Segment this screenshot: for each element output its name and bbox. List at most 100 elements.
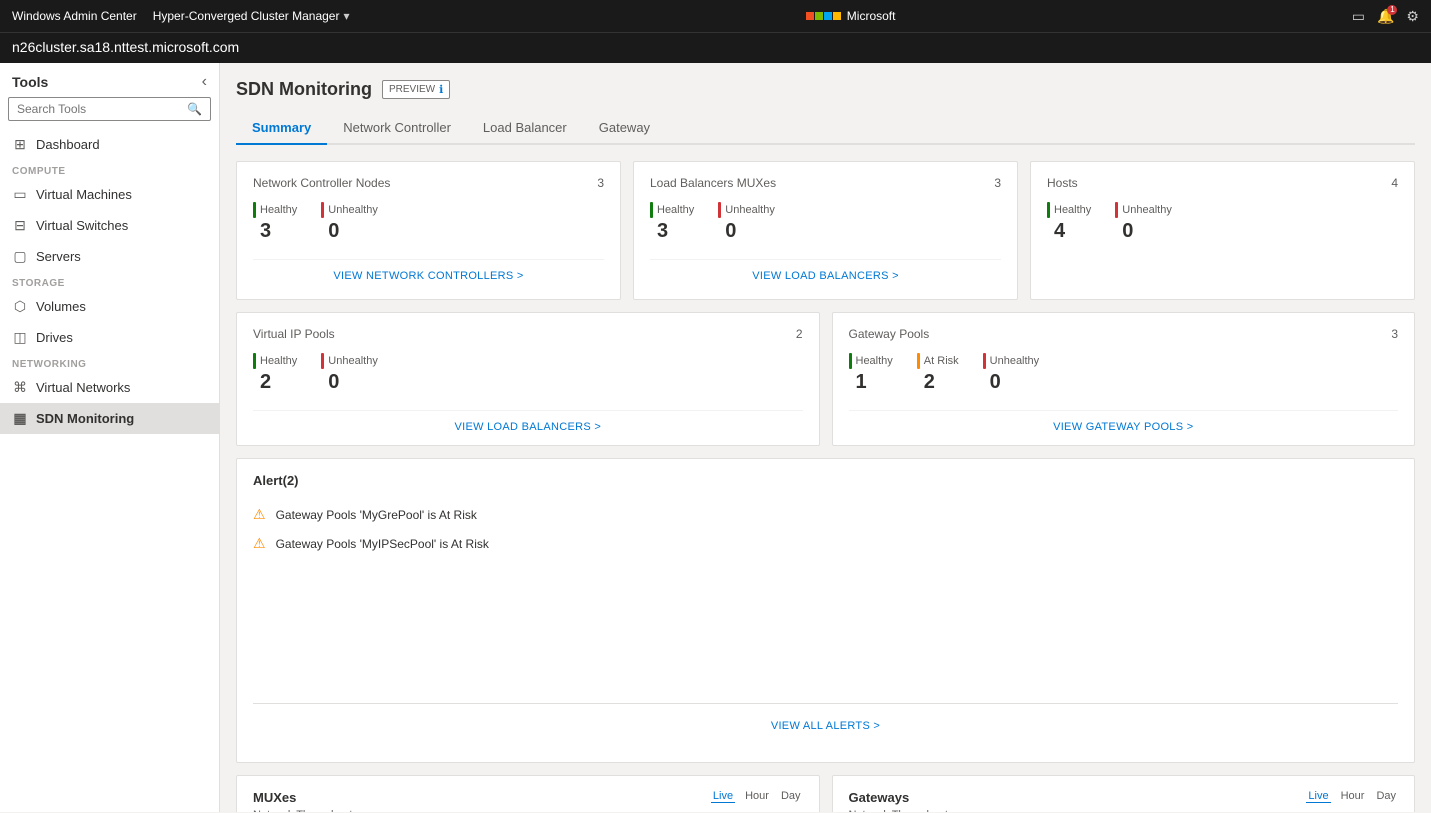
stat-healthy: Healthy 4 bbox=[1047, 202, 1091, 243]
alert-text: Gateway Pools 'MyGrePool' is At Risk bbox=[276, 508, 477, 522]
cards-row-2: Virtual IP Pools 2 Healthy 2 U bbox=[236, 312, 1415, 446]
chart-header: MUXes Live Hour Day bbox=[253, 790, 803, 805]
alerts-title: Alert(2) bbox=[253, 473, 1398, 488]
view-all-alerts-link[interactable]: VIEW ALL ALERTS > bbox=[253, 703, 1398, 748]
sidebar-item-volumes[interactable]: ⬡ Volumes bbox=[0, 291, 219, 322]
alerts-items: ⚠ Gateway Pools 'MyGrePool' is At Risk ⚠… bbox=[253, 500, 1398, 703]
bell-icon[interactable]: 🔔1 bbox=[1377, 8, 1394, 25]
tab-gateway[interactable]: Gateway bbox=[583, 112, 666, 145]
sidebar-collapse-button[interactable]: ‹ bbox=[202, 73, 207, 91]
stat-value: 3 bbox=[253, 220, 297, 243]
sidebar-item-servers[interactable]: ▢ Servers bbox=[0, 241, 219, 272]
sidebar-item-label: Dashboard bbox=[36, 137, 100, 152]
page-title: SDN Monitoring bbox=[236, 79, 372, 100]
chart-tab-day[interactable]: Day bbox=[779, 790, 803, 803]
healthy-bar bbox=[650, 202, 653, 218]
search-input[interactable] bbox=[17, 102, 187, 116]
card-link[interactable]: VIEW LOAD BALANCERS > bbox=[650, 259, 1001, 282]
server-icon: ▢ bbox=[12, 248, 28, 265]
chart-subtitle: Network Throughput bbox=[849, 809, 1399, 812]
drives-icon: ◫ bbox=[12, 329, 28, 346]
chart-time-tabs: Live Hour Day bbox=[1306, 790, 1398, 803]
sidebar-item-virtual-switches[interactable]: ⊟ Virtual Switches bbox=[0, 210, 219, 241]
ms-logo-area: Microsoft bbox=[806, 9, 896, 23]
tab-load-balancer[interactable]: Load Balancer bbox=[467, 112, 583, 145]
ms-logo-green bbox=[815, 12, 823, 20]
ms-logo-yellow bbox=[833, 12, 841, 20]
stat-healthy: Healthy 3 bbox=[253, 202, 297, 243]
volumes-icon: ⬡ bbox=[12, 298, 28, 315]
alert-warning-icon: ⚠ bbox=[253, 535, 266, 552]
chart-tab-day[interactable]: Day bbox=[1374, 790, 1398, 803]
card-link[interactable]: VIEW LOAD BALANCERS > bbox=[253, 410, 803, 433]
main-content: SDN Monitoring PREVIEW ℹ Summary Network… bbox=[220, 63, 1431, 812]
chart-tab-live[interactable]: Live bbox=[711, 790, 735, 803]
topbar-icons: ▭ 🔔1 ⚙ bbox=[1352, 8, 1419, 25]
tab-summary[interactable]: Summary bbox=[236, 112, 327, 145]
stat-label: Healthy bbox=[657, 204, 694, 216]
chart-header: Gateways Live Hour Day bbox=[849, 790, 1399, 805]
card-stats: Healthy 3 Unhealthy 0 bbox=[253, 202, 604, 243]
healthy-bar bbox=[849, 353, 852, 369]
search-box[interactable]: 🔍 bbox=[8, 97, 211, 121]
cluster-manager: Hyper-Converged Cluster Manager ▾ bbox=[153, 9, 350, 23]
stat-healthy: Healthy 3 bbox=[650, 202, 694, 243]
sidebar-item-drives[interactable]: ◫ Drives bbox=[0, 322, 219, 353]
chart-subtitle: Network Throughput bbox=[253, 809, 803, 812]
card-link[interactable]: VIEW NETWORK CONTROLLERS > bbox=[253, 259, 604, 282]
stat-value: 2 bbox=[253, 371, 297, 394]
vnet-icon: ⌘ bbox=[12, 379, 28, 396]
chart-tab-live[interactable]: Live bbox=[1306, 790, 1330, 803]
sidebar-item-label: Virtual Switches bbox=[36, 218, 128, 233]
card-count: 3 bbox=[994, 176, 1001, 190]
chart-tab-hour[interactable]: Hour bbox=[743, 790, 771, 803]
sidebar-item-label: Servers bbox=[36, 249, 81, 264]
stat-label: Healthy bbox=[856, 355, 893, 367]
card-stats: Healthy 1 At Risk 2 Un bbox=[849, 353, 1399, 394]
gear-icon[interactable]: ⚙ bbox=[1406, 8, 1419, 25]
sidebar-item-sdn-monitoring[interactable]: ▦ SDN Monitoring bbox=[0, 403, 219, 434]
subtitlebar: n26cluster.sa18.nttest.microsoft.com bbox=[0, 32, 1431, 63]
search-icon: 🔍 bbox=[187, 102, 202, 116]
topbar: Windows Admin Center Hyper-Converged Clu… bbox=[0, 0, 1431, 32]
card-title: Network Controller Nodes bbox=[253, 176, 390, 190]
sidebar-item-label: Virtual Networks bbox=[36, 380, 130, 395]
stat-label: Unhealthy bbox=[990, 355, 1040, 367]
sidebar-item-virtual-networks[interactable]: ⌘ Virtual Networks bbox=[0, 372, 219, 403]
healthy-bar bbox=[253, 353, 256, 369]
stat-value: 0 bbox=[321, 371, 378, 394]
vs-icon: ⊟ bbox=[12, 217, 28, 234]
charts-row: MUXes Live Hour Day Network Throughput S… bbox=[236, 775, 1415, 812]
card-title: Virtual IP Pools bbox=[253, 327, 335, 341]
card-stats: Healthy 3 Unhealthy 0 bbox=[650, 202, 1001, 243]
sidebar-item-label: Virtual Machines bbox=[36, 187, 132, 202]
stat-value: 2 bbox=[917, 371, 959, 394]
card-count: 3 bbox=[597, 176, 604, 190]
stat-label: At Risk bbox=[924, 355, 959, 367]
tab-network-controller[interactable]: Network Controller bbox=[327, 112, 467, 145]
card-header: Load Balancers MUXes 3 bbox=[650, 176, 1001, 190]
stat-at-risk: At Risk 2 bbox=[917, 353, 959, 394]
ms-logo-blue bbox=[824, 12, 832, 20]
preview-badge: PREVIEW ℹ bbox=[382, 80, 450, 99]
card-link[interactable]: VIEW GATEWAY POOLS > bbox=[849, 410, 1399, 433]
monitor-icon[interactable]: ▭ bbox=[1352, 8, 1365, 25]
healthy-bar bbox=[1047, 202, 1050, 218]
ms-label: Microsoft bbox=[847, 9, 896, 23]
alerts-inner: Alert(2) ⚠ Gateway Pools 'MyGrePool' is … bbox=[253, 473, 1398, 703]
sidebar-item-dashboard[interactable]: ⊞ Dashboard bbox=[0, 129, 219, 160]
card-header: Virtual IP Pools 2 bbox=[253, 327, 803, 341]
sidebar-item-label: Volumes bbox=[36, 299, 86, 314]
card-count: 4 bbox=[1391, 176, 1398, 190]
chart-title: Gateways bbox=[849, 790, 910, 805]
alert-text: Gateway Pools 'MyIPSecPool' is At Risk bbox=[276, 537, 489, 551]
stat-value: 0 bbox=[1115, 220, 1172, 243]
unhealthy-bar bbox=[321, 353, 324, 369]
card-count: 2 bbox=[796, 327, 803, 341]
sidebar-item-virtual-machines[interactable]: ▭ Virtual Machines bbox=[0, 179, 219, 210]
chart-tab-hour[interactable]: Hour bbox=[1339, 790, 1367, 803]
vm-icon: ▭ bbox=[12, 186, 28, 203]
preview-info-icon[interactable]: ℹ bbox=[439, 83, 443, 96]
healthy-bar bbox=[253, 202, 256, 218]
stat-label: Healthy bbox=[260, 204, 297, 216]
